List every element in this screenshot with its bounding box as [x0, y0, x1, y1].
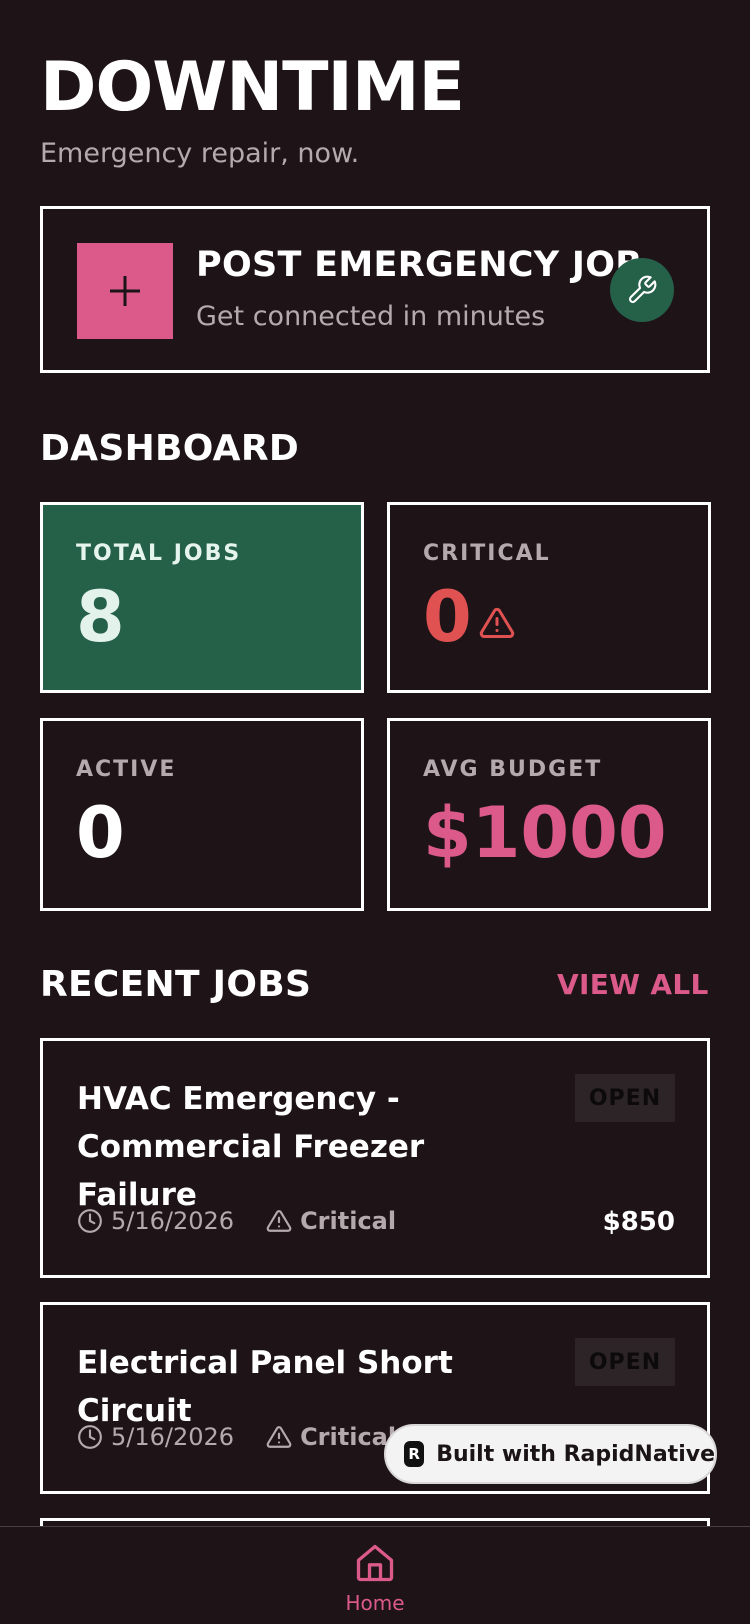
- job-date: 5/16/2026: [111, 1207, 235, 1235]
- plus-icon: [77, 243, 173, 339]
- warning-icon: [266, 1424, 292, 1450]
- stat-value: $1000: [423, 792, 667, 874]
- post-job-subtitle: Get connected in minutes: [196, 301, 546, 332]
- clock-icon: [77, 1424, 103, 1450]
- status-badge: OPEN: [575, 1338, 675, 1386]
- stat-label: ACTIVE: [76, 757, 177, 782]
- stat-value: 0: [423, 576, 472, 658]
- stat-active: ACTIVE 0: [40, 718, 364, 911]
- job-card[interactable]: HVAC Emergency - Commercial Freezer Fail…: [40, 1038, 710, 1278]
- built-with-label: Built with RapidNative: [436, 1441, 715, 1467]
- job-severity: Critical: [300, 1423, 397, 1451]
- warning-icon: [478, 605, 516, 645]
- job-price: $850: [602, 1207, 675, 1237]
- post-emergency-job-card[interactable]: POST EMERGENCY JOB Get connected in minu…: [40, 206, 710, 373]
- job-title: HVAC Emergency - Commercial Freezer Fail…: [77, 1081, 425, 1213]
- status-badge: OPEN: [575, 1074, 675, 1122]
- stat-critical: CRITICAL 0: [387, 502, 711, 693]
- dashboard-heading: DASHBOARD: [40, 428, 300, 469]
- job-title: Electrical Panel Short Circuit: [77, 1345, 453, 1429]
- stat-label: CRITICAL: [423, 541, 551, 566]
- app-subtitle: Emergency repair, now.: [40, 138, 360, 169]
- stat-value: 8: [76, 576, 125, 658]
- job-date: 5/16/2026: [111, 1423, 235, 1451]
- recent-jobs-heading: RECENT JOBS: [40, 964, 312, 1005]
- wrench-icon: [610, 258, 674, 322]
- job-meta: 5/16/2026 Critical: [77, 1207, 396, 1235]
- stat-total-jobs: TOTAL JOBS 8: [40, 502, 364, 693]
- stat-value: 0: [76, 792, 125, 874]
- tab-bar: Home: [0, 1526, 750, 1624]
- home-icon: [353, 1541, 397, 1589]
- app-title: DOWNTIME: [40, 48, 465, 127]
- stat-avg-budget: AVG BUDGET $1000: [387, 718, 711, 911]
- clock-icon: [77, 1208, 103, 1234]
- view-all-link[interactable]: VIEW ALL: [557, 968, 709, 1001]
- stat-label: TOTAL JOBS: [76, 541, 242, 566]
- stat-label: AVG BUDGET: [423, 757, 603, 782]
- job-severity: Critical: [300, 1207, 397, 1235]
- post-job-title: POST EMERGENCY JOB: [196, 245, 643, 285]
- tab-home-label: Home: [345, 1591, 405, 1615]
- home-screen: DOWNTIME Emergency repair, now. POST EME…: [0, 0, 750, 1624]
- warning-icon: [266, 1208, 292, 1234]
- rapidnative-logo-icon: R: [404, 1441, 425, 1467]
- built-with-badge[interactable]: R Built with RapidNative: [384, 1424, 717, 1484]
- job-meta: 5/16/2026 Critical: [77, 1423, 396, 1451]
- tab-home[interactable]: Home: [335, 1541, 415, 1615]
